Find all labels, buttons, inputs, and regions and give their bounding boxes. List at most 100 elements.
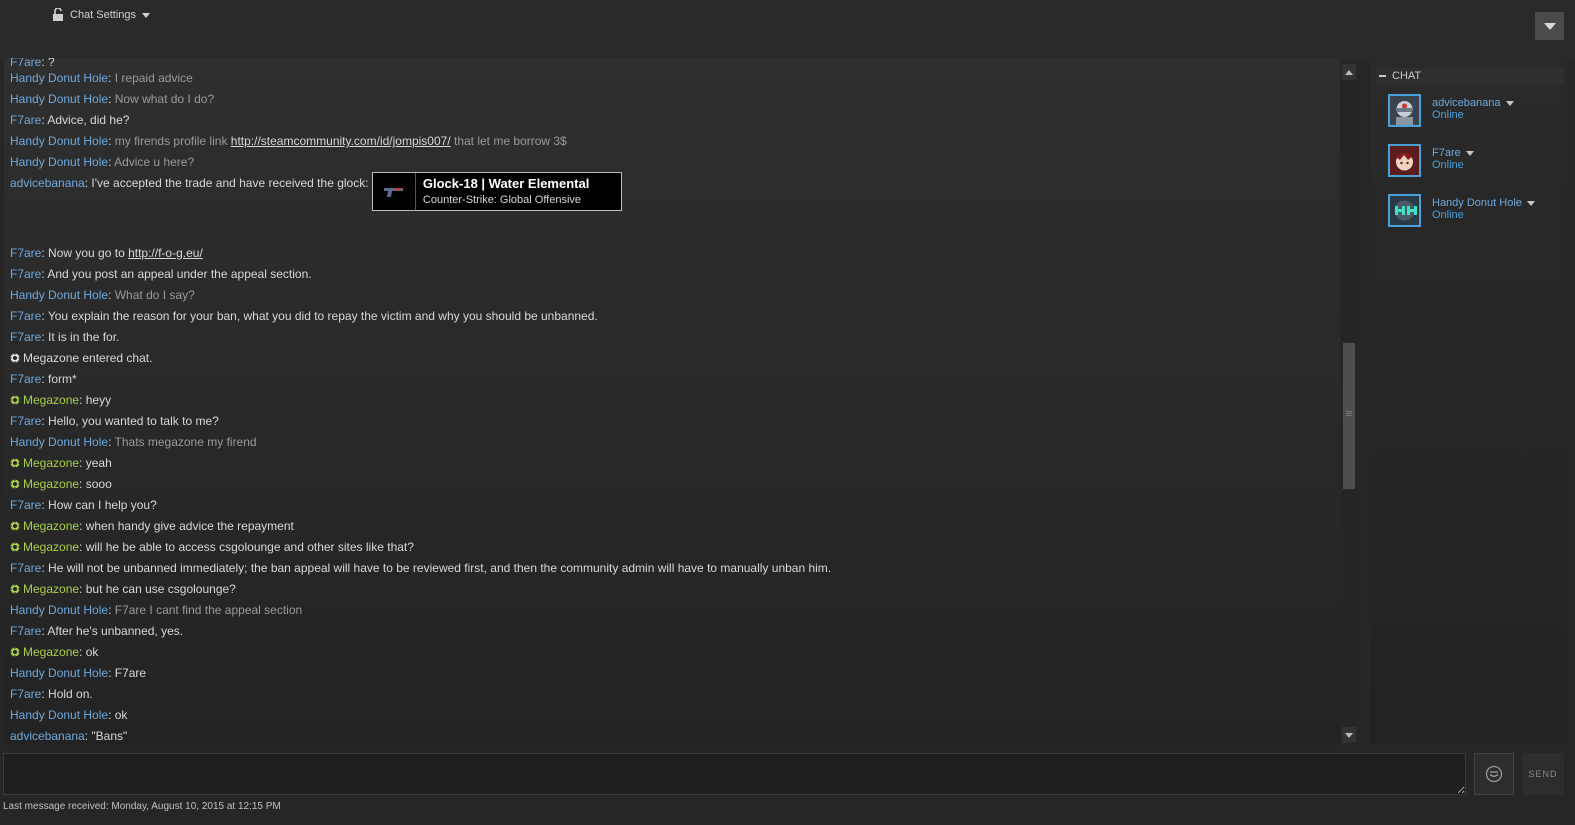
message-speaker[interactable]: F7are — [10, 309, 41, 323]
chat-message: Handy Donut Hole: Now what do I do? — [10, 92, 215, 106]
message-link[interactable]: http://f-o-g.eu/ — [128, 246, 203, 260]
chat-message: F7are: Hello, you wanted to talk to me? — [10, 414, 219, 428]
message-speaker[interactable]: Handy Donut Hole — [10, 92, 108, 106]
message-text: Advice, did he? — [47, 113, 130, 127]
message-speaker[interactable]: Megazone — [23, 519, 79, 533]
gear-icon — [10, 353, 20, 363]
top-bar: Chat Settings — [0, 0, 1575, 60]
chat-message: F7are: After he's unbanned, yes. — [10, 624, 184, 638]
chat-message: F7are: ? — [10, 58, 1340, 68]
gear-icon — [10, 458, 20, 468]
message-text: Now what do I do? — [114, 92, 215, 106]
message-text: And you post an appeal under the appeal … — [47, 267, 312, 281]
message-speaker[interactable]: F7are — [10, 561, 41, 575]
message-speaker[interactable]: Megazone — [23, 477, 79, 491]
chat-message: Handy Donut Hole: my firends profile lin… — [10, 134, 567, 148]
message-text: Hold on. — [48, 687, 93, 701]
chat-message: F7are: Advice, did he? — [10, 113, 130, 127]
last-message-status: Last message received: Monday, August 10… — [3, 801, 281, 812]
emoticon-button[interactable] — [1474, 753, 1514, 795]
message-speaker[interactable]: Megazone — [23, 582, 79, 596]
message-text: Thats megazone my firend — [114, 435, 257, 449]
window-menu-dropdown-button[interactable] — [1535, 12, 1564, 40]
message-speaker[interactable]: Handy Donut Hole — [10, 288, 108, 302]
member-handy-donut-hole[interactable]: Handy Donut Hole Online — [1388, 194, 1535, 227]
message-text: You explain the reason for your ban, wha… — [47, 309, 598, 323]
chat-message: F7are: How can I help you? — [10, 498, 157, 512]
message-speaker[interactable]: F7are — [10, 246, 41, 260]
message-speaker[interactable]: F7are — [10, 113, 41, 127]
member-advicebanana[interactable]: advicebanana Online — [1388, 94, 1514, 127]
member-f7are[interactable]: F7are Online — [1388, 144, 1474, 177]
message-speaker[interactable]: advicebanana — [10, 176, 85, 190]
send-button[interactable]: SEND — [1522, 753, 1564, 795]
chat-message: Handy Donut Hole: I repaid advice — [10, 71, 193, 85]
chat-log[interactable]: F7are: ? Handy Donut Hole: I repaid advic… — [4, 58, 1340, 745]
message-speaker[interactable]: Handy Donut Hole — [10, 708, 108, 722]
chat-message: Megazone: will he be able to access csgo… — [10, 537, 1340, 558]
message-text: I repaid advice — [114, 71, 193, 85]
message-text: that let me borrow 3$ — [450, 134, 567, 148]
message-text: yeah — [85, 456, 112, 470]
message-speaker[interactable]: Handy Donut Hole — [10, 603, 108, 617]
message-speaker[interactable]: Megazone — [23, 456, 79, 470]
message-speaker[interactable]: Megazone — [23, 645, 79, 659]
members-group-header[interactable]: CHAT — [1376, 68, 1564, 84]
message-speaker[interactable]: F7are — [10, 330, 41, 344]
message-text: form* — [48, 372, 77, 386]
member-name: Handy Donut Hole — [1432, 197, 1522, 209]
smiley-icon — [1485, 765, 1503, 783]
message-speaker[interactable]: Handy Donut Hole — [10, 71, 108, 85]
members-group-title: CHAT — [1392, 70, 1422, 82]
message-speaker[interactable]: F7are — [10, 372, 41, 386]
message-text: "Bans" — [91, 729, 128, 743]
chat-message: Handy Donut Hole: ok — [10, 708, 128, 722]
message-text: Advice u here? — [114, 155, 195, 169]
avatar — [1388, 194, 1421, 227]
message-text: but he can use csgolounge? — [85, 582, 236, 596]
chat-message: advicebanana: I've accepted the trade an… — [10, 172, 1340, 243]
message-link[interactable]: http://steamcommunity.com/id/jompis007/ — [231, 134, 451, 148]
chevron-down-icon[interactable] — [1505, 100, 1514, 106]
message-speaker[interactable]: Megazone — [23, 540, 79, 554]
chat-scrollbar-thumb[interactable] — [1343, 343, 1355, 489]
chat-settings-label: Chat Settings — [70, 9, 137, 21]
chat-message-input[interactable] — [4, 754, 1465, 794]
chevron-down-icon[interactable] — [1465, 150, 1474, 156]
message-text: How can I help you? — [48, 498, 157, 512]
gear-icon — [10, 647, 20, 657]
gear-icon — [10, 542, 20, 552]
message-speaker[interactable]: advicebanana — [10, 729, 85, 743]
message-speaker[interactable]: F7are — [10, 624, 41, 638]
chat-settings-button[interactable]: Chat Settings — [52, 8, 151, 22]
scroll-down-button[interactable] — [1342, 727, 1356, 743]
message-speaker[interactable]: F7are — [10, 414, 41, 428]
message-speaker[interactable]: Handy Donut Hole — [10, 435, 108, 449]
message-text: F7are I cant find the appeal section — [114, 603, 303, 617]
message-text: It is in the for. — [48, 330, 120, 344]
chat-message: Handy Donut Hole: F7are — [10, 666, 147, 680]
scroll-up-button[interactable] — [1342, 64, 1356, 80]
event-text: Megazone entered chat. — [23, 351, 153, 365]
member-status: Online — [1432, 159, 1464, 171]
message-speaker[interactable]: F7are — [10, 267, 41, 281]
chevron-down-icon[interactable] — [1526, 200, 1535, 206]
gear-icon — [10, 521, 20, 531]
chat-input-box[interactable] — [3, 753, 1466, 795]
avatar — [1388, 144, 1421, 177]
message-speaker[interactable]: Handy Donut Hole — [10, 134, 108, 148]
message-text: heyy — [85, 393, 112, 407]
chat-message: advicebanana: "Bans" — [10, 729, 128, 743]
item-game: Counter-Strike: Global Offensive — [422, 193, 582, 206]
message-speaker[interactable]: Megazone — [23, 393, 79, 407]
arrow-up-icon — [1345, 69, 1353, 75]
lock-icon — [53, 8, 63, 21]
message-speaker[interactable]: Handy Donut Hole — [10, 666, 108, 680]
message-speaker[interactable]: F7are — [10, 498, 41, 512]
message-speaker[interactable]: F7are — [10, 58, 41, 68]
member-status: Online — [1432, 209, 1464, 221]
trade-item-card[interactable]: Glock-18 | Water Elemental Counter-Strik… — [371, 172, 622, 211]
chat-message: F7are: You explain the reason for your b… — [10, 309, 598, 323]
message-speaker[interactable]: Handy Donut Hole — [10, 155, 108, 169]
message-speaker[interactable]: F7are — [10, 687, 41, 701]
